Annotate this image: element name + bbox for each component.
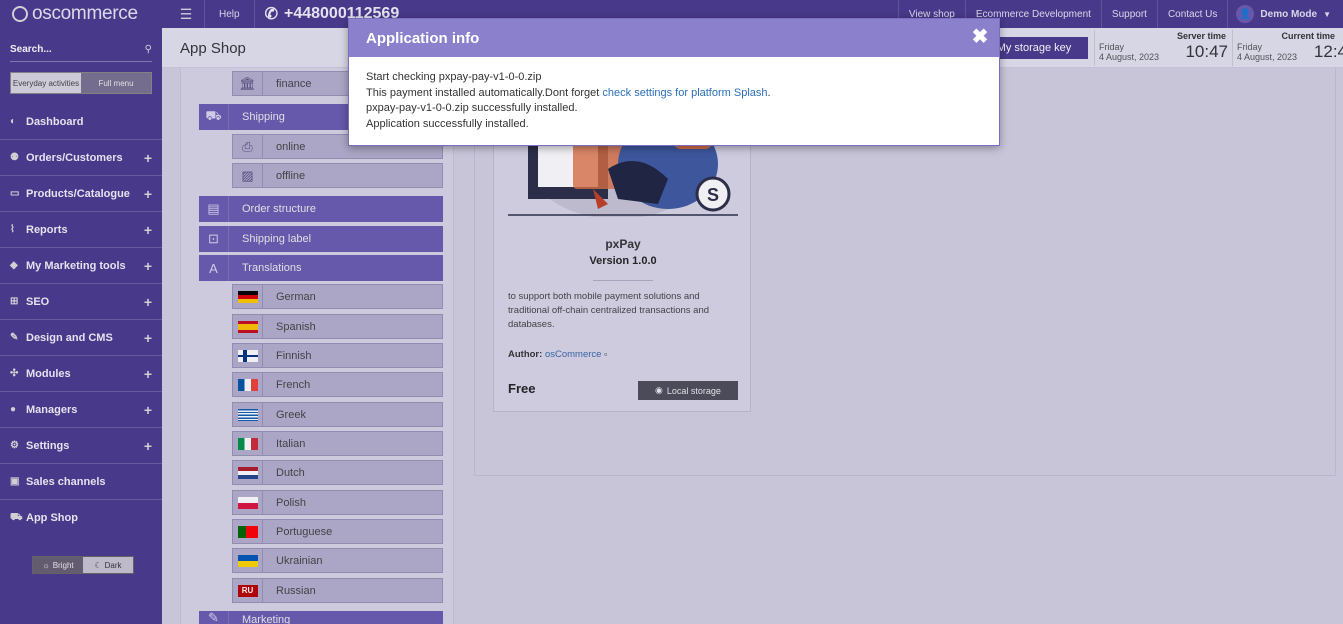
- message-text: .: [767, 86, 771, 99]
- dialog-title: Application info: [366, 29, 480, 47]
- message-line: pxpay-pay-v1-0-0.zip successfully instal…: [366, 102, 578, 114]
- close-icon[interactable]: ✖: [971, 27, 989, 47]
- dialog-body: Start checking pxpay-pay-v1-0-0.zip This…: [349, 57, 999, 145]
- message-text: This payment installed automatically.Don…: [366, 86, 603, 99]
- check-settings-link[interactable]: check settings for platform Splash: [602, 87, 767, 99]
- message-line: Start checking pxpay-pay-v1-0-0.zip: [366, 71, 542, 83]
- dialog-header: Application info ✖: [349, 19, 999, 57]
- message-line: Application successfully installed.: [366, 117, 529, 130]
- message-line: This payment installed automatically.Don…: [366, 86, 982, 102]
- application-info-dialog: Application info ✖ Start checking pxpay-…: [348, 18, 1000, 146]
